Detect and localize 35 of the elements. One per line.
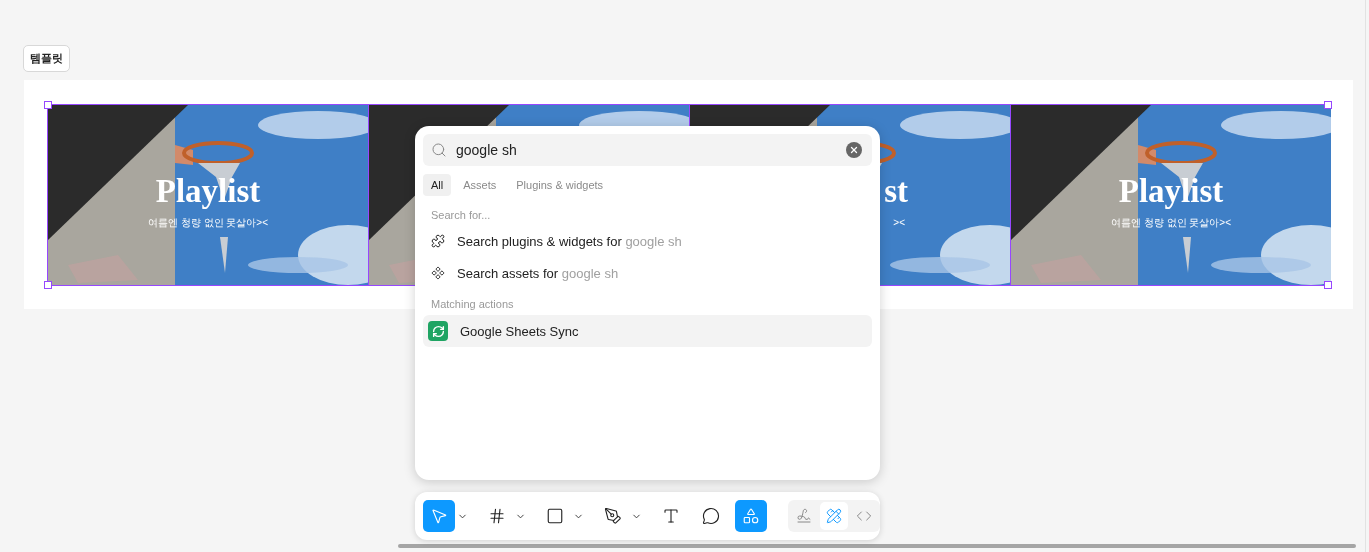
frame-label[interactable]: 템플릿 (23, 45, 70, 72)
search-option[interactable]: Search assets for google sh (457, 265, 619, 281)
search-option[interactable]: Search plugins & widgets for google sh (457, 233, 682, 249)
filter-tab[interactable]: All (423, 174, 452, 196)
ruler-icon (826, 508, 842, 524)
shapes-icon (742, 507, 760, 525)
section-heading: Matching actions (430, 298, 515, 310)
resize-handle[interactable] (1324, 281, 1332, 289)
component-icon (431, 266, 445, 280)
frame-icon (488, 507, 506, 525)
filter-tab[interactable]: Plugins & widgets (508, 174, 612, 196)
rectangle-icon (546, 507, 564, 525)
scribble-icon (796, 508, 812, 524)
search-field[interactable]: google sh (423, 134, 872, 166)
sync-icon (428, 321, 448, 341)
scrollbar[interactable] (398, 544, 1356, 548)
comment-icon (702, 507, 720, 525)
puzzle-icon (431, 234, 445, 248)
action-item[interactable]: Google Sheets Sync (423, 315, 872, 347)
resize-handle[interactable] (44, 281, 52, 289)
card-subtitle: >< (892, 216, 905, 229)
clear-button[interactable] (846, 142, 862, 158)
resize-handle[interactable] (44, 101, 52, 109)
resize-handle[interactable] (1324, 101, 1332, 109)
search-input[interactable]: google sh (456, 142, 837, 158)
close-icon (849, 145, 859, 155)
filter-tab[interactable]: Assets (455, 174, 505, 196)
text-icon (662, 507, 680, 525)
search-icon (431, 142, 447, 158)
section-heading: Search for... (430, 209, 492, 221)
pointer-icon (430, 507, 448, 525)
pen-icon (604, 507, 622, 525)
mode-button[interactable] (820, 502, 848, 530)
card-title: st (883, 175, 908, 208)
code-icon (856, 508, 872, 524)
